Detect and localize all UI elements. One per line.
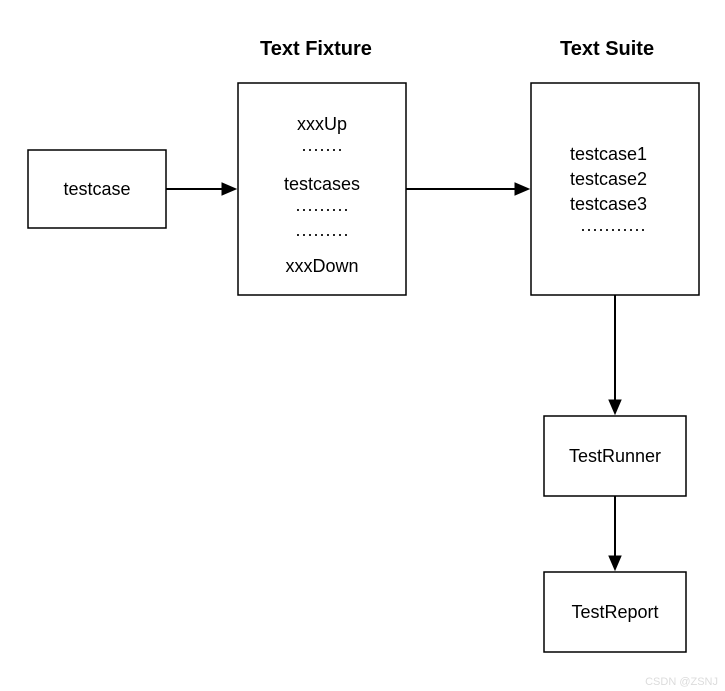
suite-box <box>531 83 699 295</box>
fixture-line-1: xxxUp <box>297 114 347 134</box>
suite-line-3: testcase3 <box>570 194 647 214</box>
arrow-head-4 <box>609 556 621 570</box>
fixture-line-6: xxxDown <box>285 256 358 276</box>
report-label: TestReport <box>571 602 658 622</box>
suite-line-1: testcase1 <box>570 144 647 164</box>
suite-line-4: ··········· <box>580 219 646 239</box>
fixture-title: Text Fixture <box>260 38 372 60</box>
arrow-head-2 <box>515 183 529 195</box>
runner-label: TestRunner <box>569 446 661 466</box>
watermark-text: CSDN @ZSNJ <box>645 676 718 688</box>
fixture-line-3: testcases <box>284 174 360 194</box>
suite-title: Text Suite <box>560 38 654 60</box>
fixture-line-4: ········· <box>295 199 349 219</box>
arrow-head-3 <box>609 400 621 414</box>
fixture-line-2: ······· <box>301 139 343 159</box>
suite-line-2: testcase2 <box>570 169 647 189</box>
fixture-line-5: ········· <box>295 224 349 244</box>
testcase-label: testcase <box>63 179 130 199</box>
arrow-head-1 <box>222 183 236 195</box>
